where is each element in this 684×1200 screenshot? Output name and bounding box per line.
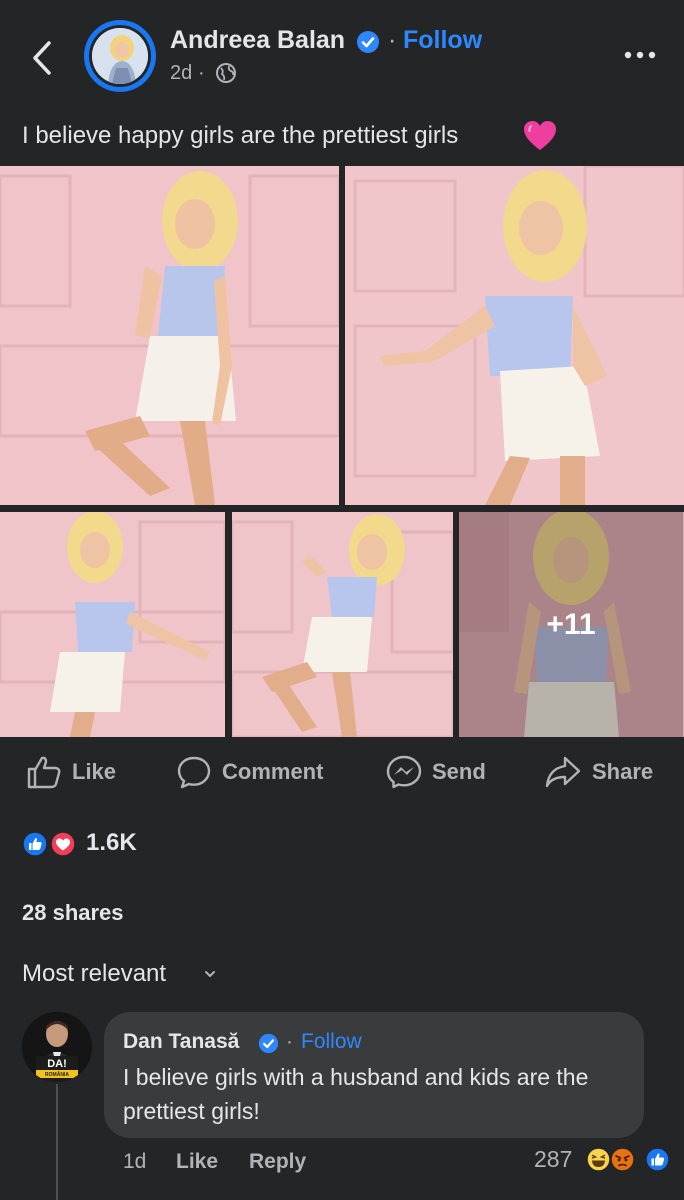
thumbs-up-icon	[27, 756, 61, 789]
comment-reaction-count[interactable]: 287	[534, 1146, 572, 1173]
time-separator: ·	[198, 62, 205, 84]
comment-separator-dot: ·	[286, 1030, 293, 1053]
chevron-left-icon	[33, 41, 51, 75]
back-button[interactable]	[22, 36, 62, 80]
comment-reply-button[interactable]: Reply	[249, 1150, 306, 1174]
post-photo-4[interactable]	[232, 512, 453, 737]
send-label: Send	[432, 759, 486, 784]
share-label: Share	[592, 759, 654, 784]
send-button[interactable]: Send	[386, 750, 486, 794]
author-name[interactable]: Andreea Balan	[170, 26, 345, 55]
commenter-avatar[interactable]: DA! ROMÂNIA	[22, 1012, 92, 1082]
chevron-down-icon[interactable]	[202, 966, 218, 982]
avatar-photo	[92, 28, 148, 84]
post-photo-2[interactable]	[345, 166, 684, 505]
comment-thread-line	[56, 1084, 58, 1200]
post-photo-3[interactable]	[0, 512, 225, 737]
love-reaction-icon[interactable]	[50, 831, 76, 857]
commenter-name[interactable]: Dan Tanasă	[123, 1030, 239, 1054]
globe-icon	[216, 63, 236, 83]
comment-time[interactable]: 1d	[123, 1150, 146, 1174]
share-button[interactable]: Share	[544, 750, 653, 794]
comment-button[interactable]: Comment	[176, 750, 323, 794]
more-options-icon[interactable]	[620, 40, 660, 70]
share-arrow-icon	[545, 756, 581, 788]
author-avatar[interactable]	[84, 20, 156, 92]
comment-icon	[177, 756, 211, 789]
follow-button[interactable]: Follow	[403, 26, 482, 55]
comment-sort-selector[interactable]: Most relevant	[22, 960, 166, 988]
verified-badge-icon	[357, 31, 379, 53]
like-label: Like	[72, 759, 117, 784]
post-photo-1[interactable]	[0, 166, 339, 505]
like-button[interactable]: Like	[26, 750, 116, 794]
pink-heart-icon	[524, 121, 556, 150]
post-time[interactable]: 2d	[170, 62, 192, 85]
like-reaction-icon[interactable]	[22, 831, 48, 857]
messenger-icon	[386, 755, 422, 789]
comment-label: Comment	[222, 759, 324, 784]
post-caption: I believe happy girls are the prettiest …	[22, 122, 459, 149]
like-reaction-icon[interactable]	[645, 1147, 670, 1172]
commenter-follow-button[interactable]: Follow	[301, 1030, 362, 1054]
haha-reaction-icon[interactable]	[586, 1147, 611, 1172]
verified-badge-icon	[258, 1033, 279, 1054]
reaction-count[interactable]: 1.6K	[86, 829, 137, 857]
separator-dot: ·	[388, 26, 397, 54]
avatar-badge-text: DA!	[47, 1058, 67, 1070]
more-photos-overlay[interactable]: +11	[459, 512, 683, 737]
angry-reaction-icon[interactable]	[610, 1147, 635, 1172]
comment-text: I believe girls with a husband and kids …	[123, 1064, 589, 1124]
avatar-badge-subtext: ROMÂNIA	[45, 1071, 69, 1078]
share-count[interactable]: 28 shares	[22, 900, 124, 926]
comment-like-button[interactable]: Like	[176, 1150, 218, 1174]
